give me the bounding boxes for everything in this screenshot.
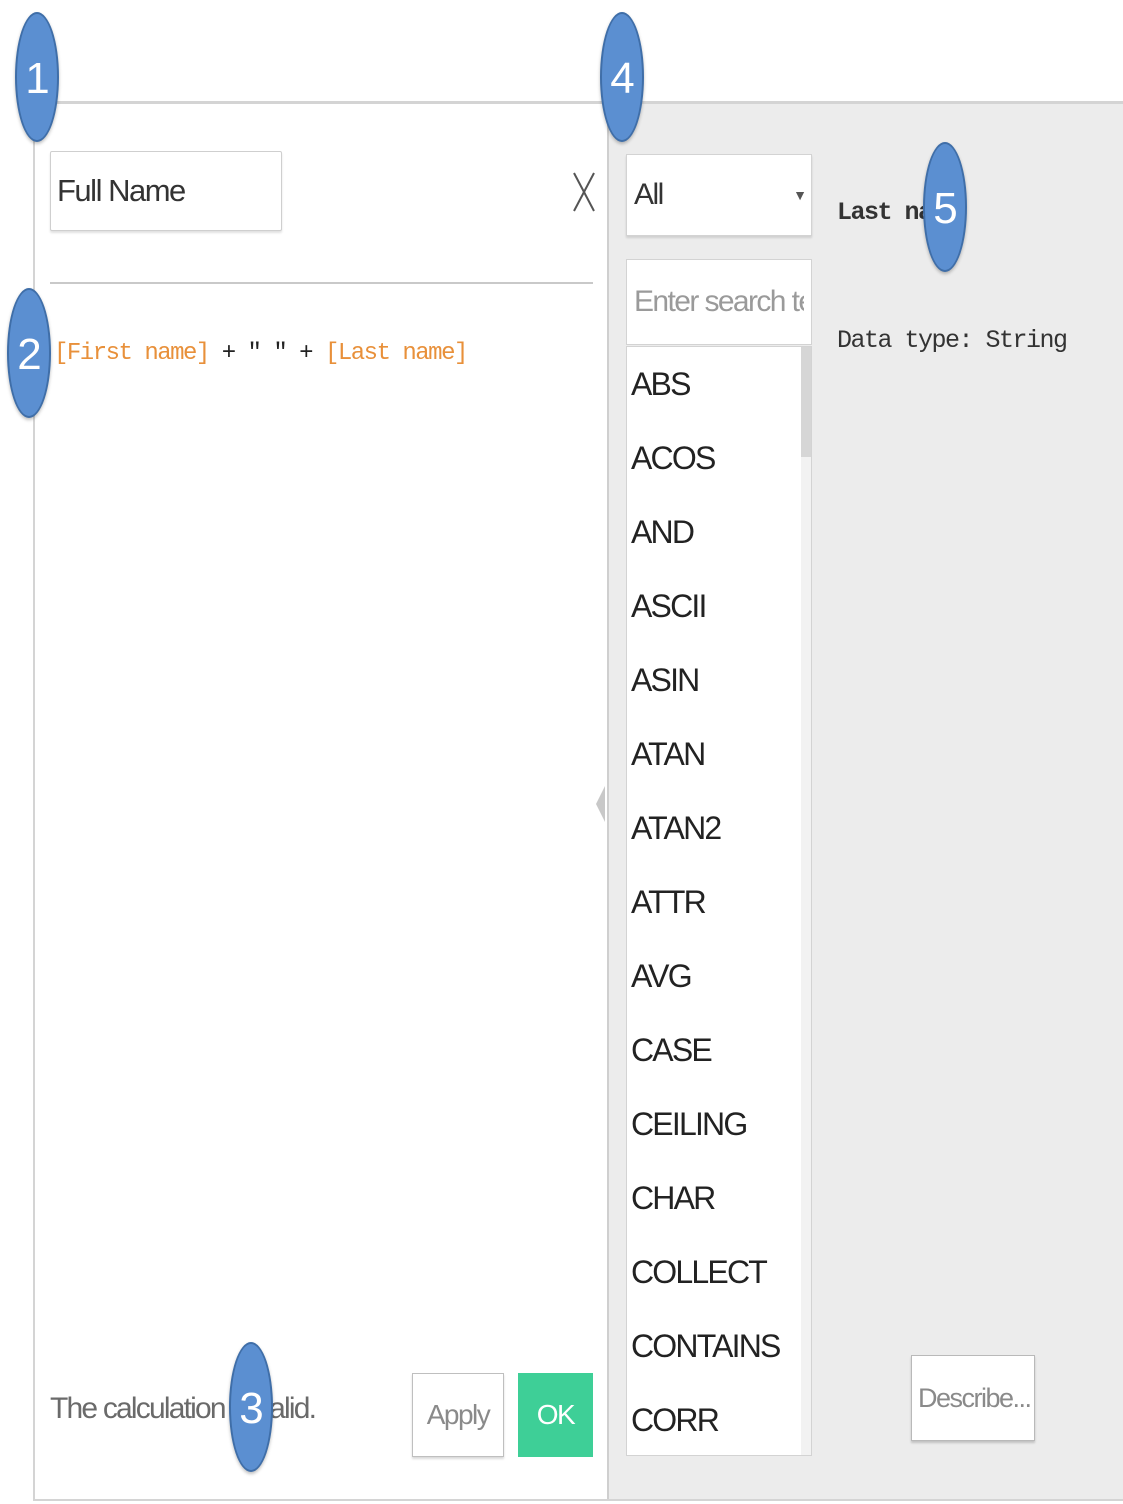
callout-badge-1: 1 [15,12,59,142]
function-list-items: ABS ACOS AND ASCII ASIN ATAN ATAN2 ATTR AVG CASE C… [627,347,811,1455]
function-list-item[interactable]: AND [627,495,811,569]
function-list-item[interactable]: ASIN [627,643,811,717]
function-list-item[interactable]: ACOS [627,421,811,495]
function-category-select[interactable]: All ▼ [626,154,812,236]
callout-badge-3: 3 [229,1342,273,1472]
callout-badge-4: 4 [600,12,644,142]
function-list: ABS ACOS AND ASCII ASIN ATAN ATAN2 ATTR AVG CASE C… [626,346,812,1456]
ok-button[interactable]: OK [518,1373,593,1457]
function-list-item[interactable]: COLLECT [627,1235,811,1309]
function-list-item[interactable]: CHAR [627,1161,811,1235]
function-list-item[interactable]: CONTAINS [627,1309,811,1383]
selected-item-data-type: Data type: String [837,326,1068,355]
describe-button[interactable]: Describe... [911,1355,1035,1441]
function-list-item[interactable]: CORR [627,1383,811,1455]
function-list-item[interactable]: ATTR [627,865,811,939]
dropdown-arrow-icon: ▼ [793,187,807,203]
function-search-input[interactable] [626,259,812,345]
formula-field-reference-first-name: [First name] [54,340,210,367]
calculation-editor-pane: [First name] + " " + [Last name] The cal… [35,104,607,1499]
calculation-name-input[interactable] [50,151,282,231]
functions-reference-pane: All ▼ ABSACOSANDASCIIASINATANATAN2ATTRAV… [607,104,1123,1499]
apply-button[interactable]: Apply [412,1373,504,1457]
callout-badge-5: 5 [923,142,967,272]
function-list-item[interactable]: ATAN2 [627,791,811,865]
formula-operator: + " " + [208,340,325,367]
scrollbar-thumb[interactable] [801,347,811,457]
calculation-editor-dialog: [First name] + " " + [Last name] The cal… [33,101,1123,1501]
formula-field-reference-last-name: [Last name] [324,340,468,367]
validation-status-text: The calculation is valid. [50,1392,317,1425]
formula-editor[interactable]: [First name] + " " + [Last name] [54,340,594,367]
name-divider [50,282,593,284]
callout-badge-2: 2 [7,288,51,418]
close-icon [573,172,595,212]
close-button[interactable] [571,170,597,214]
function-category-value: All [634,178,664,211]
function-list-item[interactable]: ABS [627,347,811,421]
chevron-left-icon [596,786,605,822]
function-list-item[interactable]: CASE [627,1013,811,1087]
function-list-item[interactable]: ASCII [627,569,811,643]
function-list-scrollbar[interactable] [801,347,811,1455]
function-list-item[interactable]: ATAN [627,717,811,791]
collapse-panel-handle[interactable] [594,784,606,824]
screenshot-canvas: [First name] + " " + [Last name] The cal… [0,0,1123,1504]
function-list-item[interactable]: CEILING [627,1087,811,1161]
function-list-item[interactable]: AVG [627,939,811,1013]
